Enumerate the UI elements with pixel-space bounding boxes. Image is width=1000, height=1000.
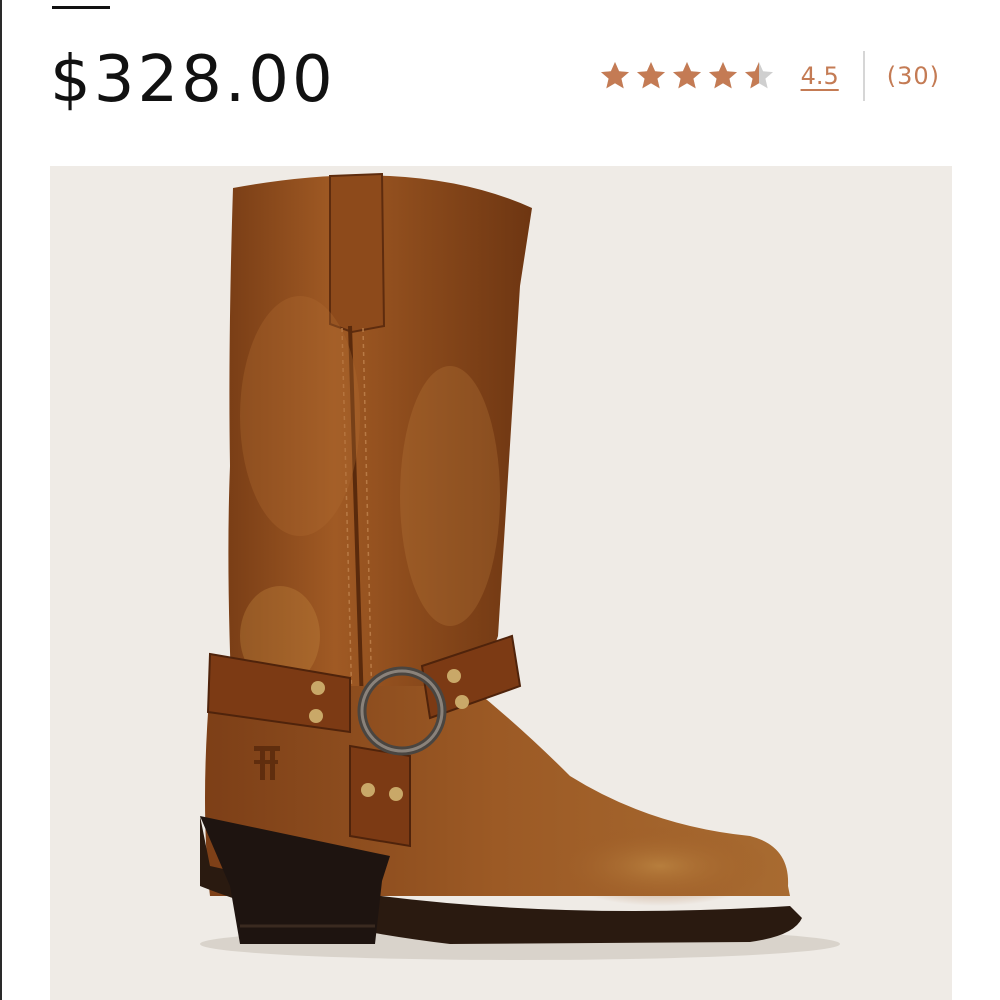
product-price: $328.00 [50, 43, 336, 117]
star-icon [707, 60, 739, 92]
review-count-link[interactable]: (30) [887, 62, 940, 90]
star-icon [635, 60, 667, 92]
star-icon [599, 60, 631, 92]
rating-summary[interactable]: 4.5 (30) [599, 50, 940, 102]
product-image[interactable] [50, 166, 952, 1000]
boot-pull-strap [329, 172, 386, 334]
star-icon [671, 60, 703, 92]
star-rating[interactable] [599, 60, 779, 92]
rating-divider [862, 51, 865, 101]
header-dash [52, 6, 110, 9]
star-icon [743, 60, 775, 92]
product-page: $328.00 4.5 (30) [0, 0, 1000, 1000]
boot-illustration [200, 172, 840, 960]
page-edge-line [0, 0, 2, 1000]
rating-value-link[interactable]: 4.5 [801, 62, 839, 90]
